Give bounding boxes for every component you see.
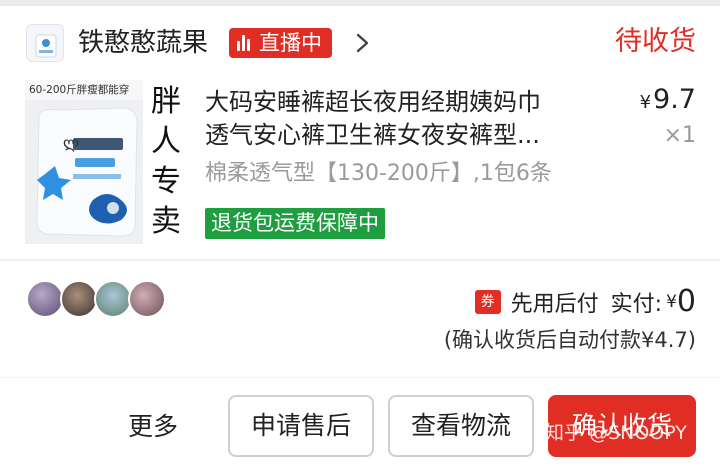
- product-title-line-1: 大码安睡裤超长夜用经期姨妈巾: [205, 88, 541, 116]
- shop-name[interactable]: 铁憨憨蔬果: [78, 26, 208, 60]
- avatar: [128, 280, 166, 318]
- product-title[interactable]: 大码安睡裤超长夜用经期姨妈巾 透气安心裤卫生裤女夜安裤型...: [205, 86, 595, 152]
- product-price: ¥9.7: [640, 84, 696, 119]
- top-separator: [0, 0, 720, 6]
- thumbnail-side-text: 胖 人 专 卖: [143, 80, 189, 244]
- product-spec: 棉柔透气型【130-200斤】,1包6条: [205, 161, 552, 186]
- watermark: 知乎 @SNOOPY: [545, 422, 687, 444]
- price-currency: ¥: [639, 92, 652, 113]
- product-thumbnail[interactable]: 60-200斤胖瘦都能穿 ლ 胖 人 专 卖: [25, 80, 189, 244]
- order-card: 铁憨憨蔬果 直播中 待收货 60-200斤胖瘦都能穿 ლ 胖 人 专 卖 大码安…: [0, 0, 720, 465]
- paid-amount: 0: [676, 284, 696, 319]
- avatar: [26, 280, 64, 318]
- order-status: 待收货: [615, 26, 696, 57]
- apply-after-sale-button[interactable]: 申请售后: [228, 395, 374, 457]
- pay-later-label: 先用后付: [510, 292, 599, 317]
- paid-currency: ¥: [666, 292, 677, 312]
- product-title-line-2: 透气安心裤卫生裤女夜安裤型...: [205, 121, 540, 149]
- live-badge-label: 直播中: [259, 31, 322, 55]
- buyer-avatars[interactable]: [26, 280, 176, 320]
- payment-summary: 券 先用后付 实付: ¥ 0: [474, 284, 696, 319]
- live-bars-icon: [237, 35, 251, 51]
- return-shipping-guarantee-badge[interactable]: 退货包运费保障中: [205, 208, 385, 239]
- shop-header[interactable]: 铁憨憨蔬果 直播中 待收货: [0, 18, 720, 70]
- auto-pay-note: (确认收货后自动付款¥4.7): [443, 328, 696, 352]
- product-package-image: ლ: [33, 104, 141, 238]
- divider: [0, 377, 720, 378]
- view-logistics-button[interactable]: 查看物流: [388, 395, 534, 457]
- more-button[interactable]: 更多: [128, 410, 178, 444]
- price-value: 9.7: [653, 84, 696, 115]
- avatar: [60, 280, 98, 318]
- chevron-right-icon[interactable]: [352, 28, 374, 58]
- shop-logo[interactable]: [26, 24, 64, 62]
- live-badge[interactable]: 直播中: [229, 28, 332, 58]
- divider: [0, 259, 720, 261]
- paid-label: 实付:: [610, 292, 663, 317]
- thumbnail-caption: 60-200斤胖瘦都能穿: [29, 84, 130, 96]
- product-quantity: ×1: [663, 123, 696, 148]
- coupon-icon: 券: [474, 290, 501, 314]
- avatar: [94, 280, 132, 318]
